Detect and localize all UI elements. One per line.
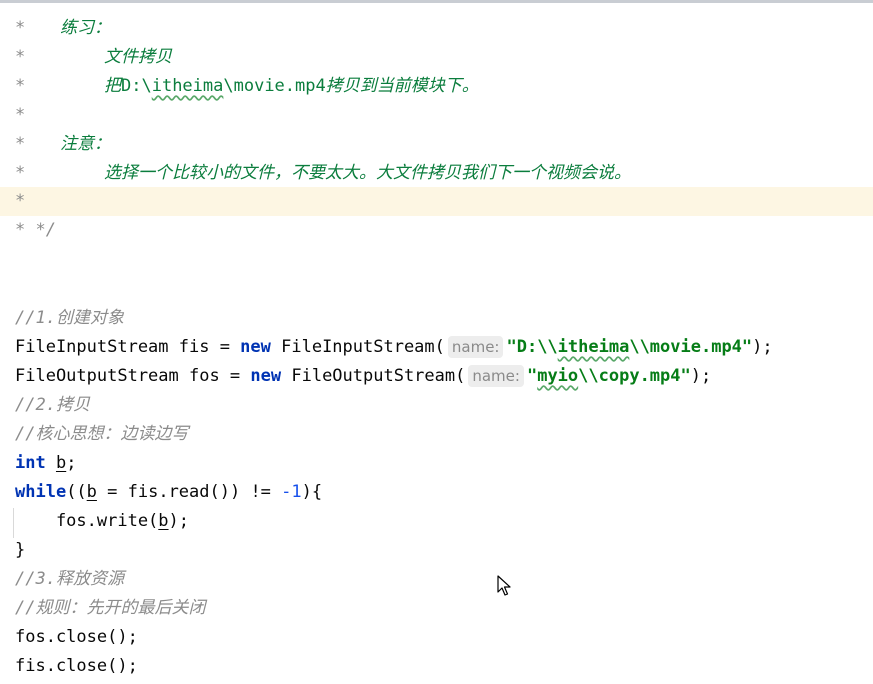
code-line: FileOutputStream fos = new FileOutputStr… [0,362,873,391]
comment-star: * [15,134,26,154]
code-line: } [0,536,873,565]
code-text: fis.close(); [15,656,138,676]
comment-end: * */ [15,220,56,240]
editor-top-edge [0,0,873,3]
string-literal: "D:\\ [506,337,558,357]
code-line: FileInputStream fis = new FileInputStrea… [0,333,873,362]
code-line: //规则：先开的最后关闭 [0,594,873,623]
keyword: int [15,453,46,473]
code-text: FileInputStream( [270,337,445,357]
code-text: FileInputStream fis = [15,337,241,357]
doc-comment-text: 拷贝到当前模块下。 [325,76,479,96]
typo-word: myio [537,366,579,386]
code-line: * 选择一个比较小的文件，不要太大。大文件拷贝我们下一个视频会说。 [0,159,873,188]
line-comment: //规则：先开的最后关闭 [15,598,206,618]
code-text: ); [168,511,190,531]
comment-star: * [15,76,26,96]
doc-comment-text: 练习： [60,18,111,38]
code-line: * 练习： [0,14,873,43]
code-line: * */ [0,216,873,245]
code-text: fos.close(); [15,627,138,647]
doc-comment-path: \movie.mp4 [223,76,326,96]
code-line: * [0,187,873,216]
code-line: int b; [0,449,873,478]
line-comment: //1.创建对象 [15,308,124,328]
code-line: while((b = fis.read()) != -1){ [0,478,873,507]
code-text: = fis.read()) != [96,482,282,502]
doc-comment-text: 注意： [60,134,111,154]
code-line: * 注意： [0,130,873,159]
string-literal: " [526,366,538,386]
keyword: while [15,482,67,502]
code-line: fis.close(); [0,652,873,681]
string-literal: \\copy.mp4" [578,366,691,386]
parameter-hint: name: [447,336,504,358]
code-text: ); [752,337,773,357]
doc-comment-path: D:\ [121,76,152,96]
variable-reassigned: b [158,511,169,531]
keyword: new [250,366,282,386]
keyword: new [240,337,271,357]
code-line: //2.拷贝 [0,391,873,420]
code-line: * [0,101,873,130]
code-line: //1.创建对象 [0,304,873,333]
number-literal: -1 [281,482,302,502]
typo-word: itheima [557,337,630,357]
doc-comment-text: 文件拷贝 [104,47,172,67]
comment-star: * [15,191,26,211]
code-line: //3.释放资源 [0,565,873,594]
comment-star: * [15,163,26,183]
comment-star: * [15,105,26,125]
doc-comment-text: 把 [104,76,121,96]
line-comment: //2.拷贝 [15,395,90,415]
code-text: ); [690,366,712,386]
code-line: * 文件拷贝 [0,43,873,72]
code-line: * 把D:\itheima\movie.mp4拷贝到当前模块下。 [0,72,873,101]
comment-star: * [15,47,26,67]
code-line: fos.write(b); [0,507,873,536]
code-line: //核心思想：边读边写 [0,420,873,449]
line-comment: //3.释放资源 [15,569,124,589]
string-literal: \\movie.mp4" [629,337,753,357]
code-text: ; [66,453,77,473]
typo-word: itheima [151,76,224,96]
variable-reassigned: b [55,453,67,473]
code-text: (( [66,482,87,502]
parameter-hint: name: [468,365,524,387]
comment-star: * [15,18,26,38]
code-text: FileOutputStream fos = [15,366,251,386]
mouse-pointer-icon [497,575,511,602]
code-text: } [15,540,26,560]
line-comment: //核心思想：边读边写 [15,424,189,444]
doc-comment-text: 选择一个比较小的文件，不要太大。大文件拷贝我们下一个视频会说。 [104,163,631,183]
code-text: FileOutputStream( [281,366,466,386]
code-line: fos.close(); [0,623,873,652]
variable-reassigned: b [86,482,97,502]
code-text: ){ [301,482,323,502]
code-text: fos.write( [15,511,159,531]
